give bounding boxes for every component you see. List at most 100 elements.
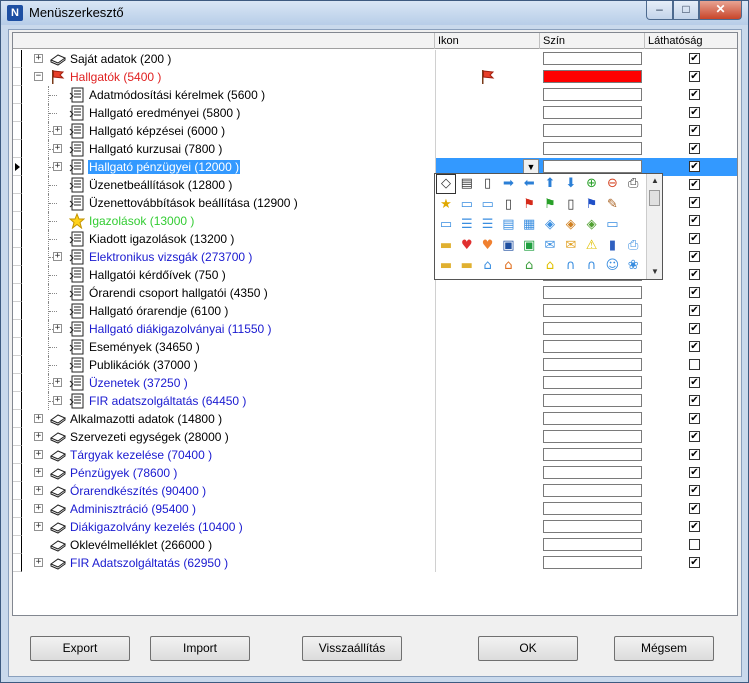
row-selector[interactable] xyxy=(13,176,22,194)
expand-toggle-icon[interactable]: + xyxy=(53,378,62,387)
tree-cell[interactable]: − Hallgatók (5400 ) xyxy=(23,68,435,86)
tree-row[interactable]: Publikációk (37000 ) xyxy=(13,356,737,374)
visibility-checkbox[interactable] xyxy=(689,359,700,370)
color-swatch[interactable] xyxy=(543,448,642,461)
row-selector[interactable] xyxy=(13,320,22,338)
color-swatch[interactable] xyxy=(543,466,642,479)
tree-cell[interactable]: Hallgató eredményei (5800 ) xyxy=(23,104,435,122)
row-selector[interactable] xyxy=(13,356,22,374)
expand-toggle-icon[interactable]: + xyxy=(53,162,62,171)
visibility-checkbox[interactable]: ✔ xyxy=(689,395,700,406)
picker-page-icon[interactable]: ▯ xyxy=(479,175,497,193)
ikon-cell[interactable] xyxy=(435,374,540,392)
color-swatch[interactable] xyxy=(543,88,642,101)
row-selector[interactable] xyxy=(13,284,22,302)
picker-floppy-green-icon[interactable]: ▣ xyxy=(520,237,538,255)
picker-house-icon[interactable]: ⌂ xyxy=(479,257,497,275)
row-selector[interactable] xyxy=(13,464,22,482)
visibility-checkbox[interactable]: ✔ xyxy=(689,413,700,424)
color-cell[interactable] xyxy=(540,104,645,122)
color-cell[interactable] xyxy=(540,428,645,446)
visibility-checkbox[interactable]: ✔ xyxy=(689,503,700,514)
visibility-checkbox[interactable]: ✔ xyxy=(689,71,700,82)
picker-house4-icon[interactable]: ⌂ xyxy=(541,257,559,275)
ikon-cell[interactable] xyxy=(435,392,540,410)
tree-cell[interactable]: + Saját adatok (200 ) xyxy=(23,50,435,68)
visibility-checkbox[interactable]: ✔ xyxy=(689,269,700,280)
ikon-cell[interactable] xyxy=(435,518,540,536)
color-cell[interactable] xyxy=(540,140,645,158)
picker-folder-add-icon[interactable]: ▬ xyxy=(458,257,476,275)
color-cell[interactable] xyxy=(540,320,645,338)
tree-cell[interactable]: + FIR adatszolgáltatás (64450 ) xyxy=(23,392,435,410)
picker-tag-icon[interactable]: ◈ xyxy=(541,216,559,234)
tree-row[interactable]: + Saját adatok (200 ) ✔ xyxy=(13,50,737,68)
tree-row[interactable]: + Hallgató képzései (6000 ) ✔ xyxy=(13,122,737,140)
ikon-cell[interactable] xyxy=(435,536,540,554)
ikon-cell[interactable] xyxy=(435,464,540,482)
visibility-checkbox[interactable]: ✔ xyxy=(689,467,700,478)
visibility-checkbox[interactable]: ✔ xyxy=(689,125,700,136)
picker-warning-icon[interactable]: ⚠ xyxy=(583,237,601,255)
visibility-checkbox[interactable]: ✔ xyxy=(689,323,700,334)
expand-toggle-icon[interactable]: + xyxy=(53,144,62,153)
tree-row[interactable]: + FIR Adatszolgáltatás (62950 ) ✔ xyxy=(13,554,737,572)
color-swatch[interactable] xyxy=(543,556,642,569)
row-selector[interactable] xyxy=(13,248,22,266)
ikon-cell[interactable] xyxy=(435,68,540,86)
picker-printer-icon[interactable]: ⎙ xyxy=(624,175,642,193)
color-cell[interactable] xyxy=(540,482,645,500)
picker-book-icon[interactable]: ◇ xyxy=(436,174,456,194)
header-menu[interactable] xyxy=(13,33,435,49)
picker-chat-icon[interactable]: ▭ xyxy=(458,196,476,214)
picker-doc-icon[interactable]: ▤ xyxy=(458,175,476,193)
tree-cell[interactable]: + Adminisztráció (95400 ) xyxy=(23,500,435,518)
picker-magnet2-icon[interactable]: ∩ xyxy=(583,257,601,275)
visibility-checkbox[interactable]: ✔ xyxy=(689,485,700,496)
color-cell[interactable] xyxy=(540,500,645,518)
tree-row[interactable]: Órarendi csoport hallgatói (4350 ) ✔ xyxy=(13,284,737,302)
ikon-cell[interactable] xyxy=(435,500,540,518)
import-button[interactable]: Import xyxy=(150,636,250,661)
row-selector[interactable] xyxy=(13,518,22,536)
expand-toggle-icon[interactable]: + xyxy=(53,126,62,135)
visibility-checkbox[interactable]: ✔ xyxy=(689,143,700,154)
expand-toggle-icon[interactable]: − xyxy=(34,72,43,81)
dropdown-arrow-icon[interactable]: ▼ xyxy=(523,159,539,174)
visibility-checkbox[interactable]: ✔ xyxy=(689,305,700,316)
color-cell[interactable] xyxy=(540,518,645,536)
tree-cell[interactable]: + Diákigazolvány kezelés (10400 ) xyxy=(23,518,435,536)
tree-row[interactable]: Adatmódosítási kérelmek (5600 ) ✔ xyxy=(13,86,737,104)
picker-chat2-icon[interactable]: ▭ xyxy=(479,196,497,214)
expand-toggle-icon[interactable]: + xyxy=(34,504,43,513)
tree-cell[interactable]: Hallgató órarendje (6100 ) xyxy=(23,302,435,320)
picker-flag-red-icon[interactable]: ⚑ xyxy=(520,196,538,214)
visibility-checkbox[interactable]: ✔ xyxy=(689,53,700,64)
tree-row[interactable]: − Hallgatók (5400 ) ✔ xyxy=(13,68,737,86)
picker-magnet-icon[interactable]: ∩ xyxy=(562,257,580,275)
row-selector[interactable] xyxy=(13,446,22,464)
ikon-cell[interactable] xyxy=(435,86,540,104)
tree-cell[interactable]: + FIR Adatszolgáltatás (62950 ) xyxy=(23,554,435,572)
tree-row[interactable]: + Diákigazolvány kezelés (10400 ) ✔ xyxy=(13,518,737,536)
visibility-checkbox[interactable]: ✔ xyxy=(689,341,700,352)
picker-chart-icon[interactable]: ▮ xyxy=(603,237,621,255)
ikon-cell[interactable] xyxy=(435,410,540,428)
color-swatch[interactable] xyxy=(543,286,642,299)
tree-row[interactable]: + Üzenetek (37250 ) ✔ xyxy=(13,374,737,392)
color-cell[interactable] xyxy=(540,392,645,410)
row-selector[interactable] xyxy=(13,392,22,410)
tree-cell[interactable]: Adatmódosítási kérelmek (5600 ) xyxy=(23,86,435,104)
visibility-checkbox[interactable]: ✔ xyxy=(689,431,700,442)
picker-calendar-icon[interactable]: ▦ xyxy=(520,216,538,234)
visibility-checkbox[interactable]: ✔ xyxy=(689,287,700,298)
visibility-checkbox[interactable]: ✔ xyxy=(689,449,700,460)
minimize-button[interactable]: – xyxy=(646,1,673,20)
tree-row[interactable]: Hallgató eredményei (5800 ) ✔ xyxy=(13,104,737,122)
row-selector[interactable] xyxy=(13,50,22,68)
ikon-cell[interactable] xyxy=(435,482,540,500)
tree-cell[interactable]: Hallgatói kérdőívek (750 ) xyxy=(23,266,435,284)
tree-row[interactable]: Oklevélmelléklet (266000 ) xyxy=(13,536,737,554)
color-swatch[interactable] xyxy=(543,376,642,389)
cancel-button[interactable]: Mégsem xyxy=(614,636,714,661)
